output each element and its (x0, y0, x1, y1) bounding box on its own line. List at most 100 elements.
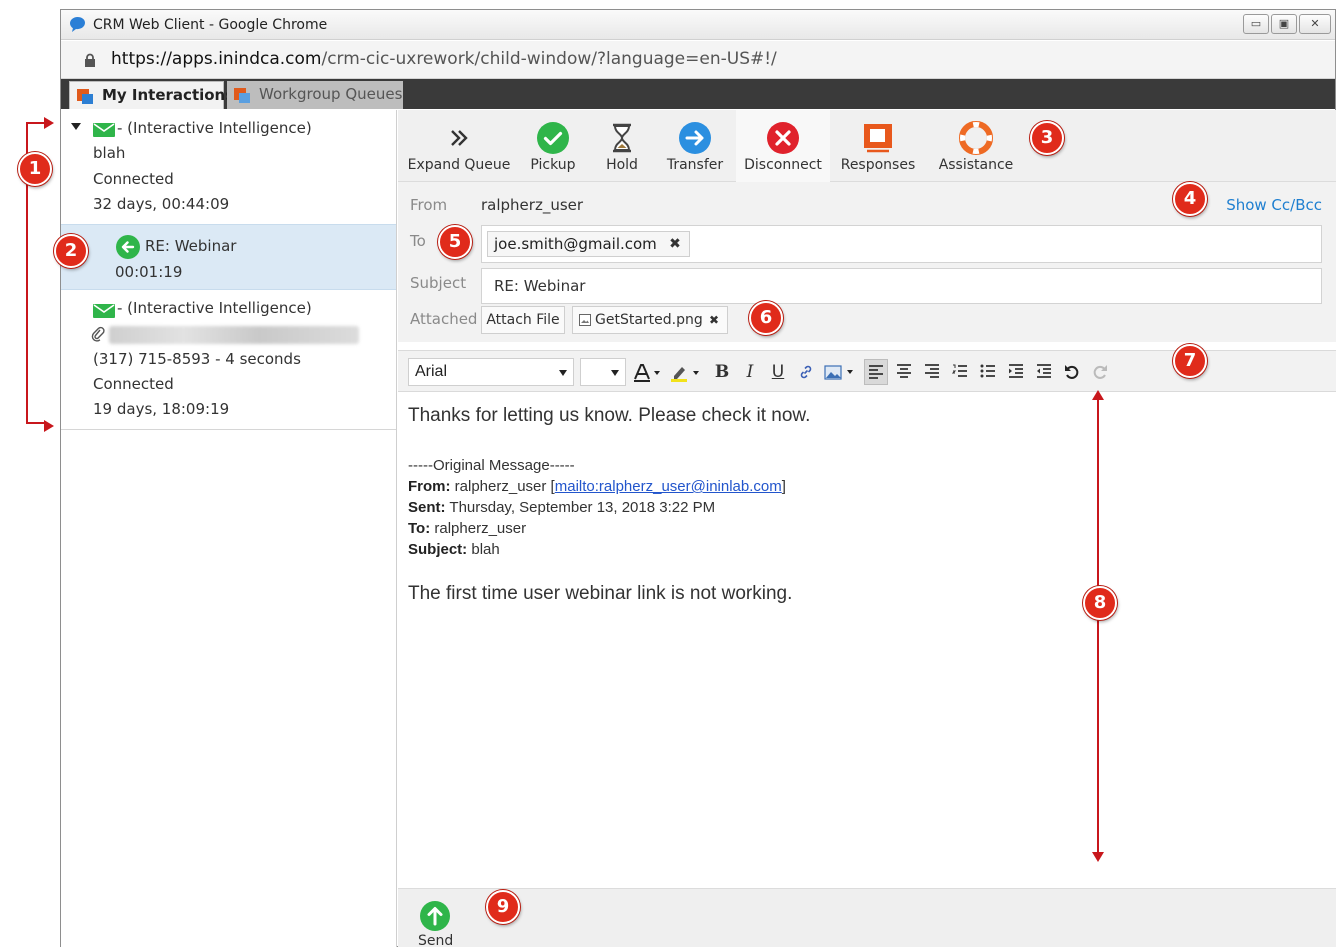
align-left-icon (869, 365, 883, 379)
send-button[interactable]: Send (418, 933, 453, 947)
close-icon (767, 122, 799, 154)
bullet-list-button[interactable] (976, 359, 1000, 385)
arrow-right-icon (679, 122, 711, 154)
reply-arrow-icon (116, 235, 140, 259)
expand-caret-icon[interactable] (71, 123, 81, 130)
lifebuoy-icon (959, 121, 993, 155)
close-window-button[interactable]: ✕ (1299, 14, 1331, 34)
subject-field[interactable]: RE: Webinar (481, 268, 1322, 304)
chevron-down-icon (611, 370, 619, 376)
callout-badge: 3 (1030, 121, 1064, 155)
from-label: From (410, 196, 448, 214)
interaction-duration: 19 days, 18:09:19 (93, 400, 230, 418)
insert-image-button[interactable] (822, 359, 858, 385)
interaction-duration: 00:01:19 (115, 263, 183, 281)
mailto-link[interactable]: mailto:ralpherz_user@ininlab.com (555, 478, 782, 495)
remove-recipient-icon[interactable]: ✖ (669, 232, 681, 256)
expand-queue-button[interactable]: Expand Queue (402, 110, 516, 182)
link-icon (800, 365, 812, 379)
disconnect-button[interactable]: Disconnect (736, 110, 830, 182)
body-text-line: The first time user webinar link is not … (408, 583, 793, 604)
tab-my-interactions[interactable]: My Interactions (69, 81, 234, 109)
chat-bubble-icon (70, 17, 85, 32)
align-left-button[interactable] (864, 359, 888, 385)
numbered-list-icon (952, 364, 967, 377)
pickup-button[interactable]: Pickup (520, 110, 586, 182)
double-chevron-right-icon (451, 130, 468, 146)
message-body-editor[interactable]: Thanks for letting us know. Please check… (398, 393, 1336, 888)
outdent-button[interactable] (1032, 359, 1056, 385)
attach-file-button[interactable]: Attach File (481, 306, 565, 334)
interaction-title: - (Interactive Intelligence) (117, 299, 312, 317)
callout-badge: 2 (54, 234, 88, 268)
assistance-button[interactable]: Assistance (926, 110, 1026, 182)
send-arrow-icon[interactable] (420, 901, 450, 931)
recipient-chip: joe.smith@gmail.com ✖ (487, 231, 690, 257)
body-height-indicator (1097, 396, 1099, 858)
font-size-select[interactable] (580, 358, 626, 386)
italic-icon[interactable]: I (738, 359, 762, 385)
callout-arrowhead (1092, 390, 1104, 400)
paperclip-icon (91, 326, 105, 342)
attached-label: Attached (410, 310, 478, 328)
original-message-header: -----Original Message----- (408, 457, 575, 474)
url-text[interactable]: https://apps.inindca.com/crm-cic-uxrewor… (111, 49, 777, 69)
numbered-list-button[interactable] (948, 359, 972, 385)
interaction-title: - (Interactive Intelligence) (117, 119, 312, 137)
interaction-item[interactable]: - (Interactive Intelligence) blah Connec… (61, 110, 396, 224)
lock-icon (85, 53, 95, 67)
interaction-item-selected[interactable]: RE: Webinar 00:01:19 (61, 224, 396, 290)
address-bar[interactable]: https://apps.inindca.com/crm-cic-uxrewor… (61, 41, 1335, 79)
responses-button[interactable]: Responses (834, 110, 922, 182)
callout-arrowhead (44, 420, 54, 432)
align-center-icon (897, 364, 911, 378)
callout-badge: 9 (486, 890, 520, 924)
responses-icon (864, 124, 892, 153)
callout-badge: 1 (18, 152, 52, 186)
queues-icon (234, 88, 250, 103)
hold-button[interactable]: Hold (590, 110, 654, 182)
bold-icon[interactable]: B (710, 359, 734, 385)
highlighter-icon (671, 367, 699, 382)
undo-button[interactable] (1060, 359, 1084, 385)
email-icon (93, 123, 115, 137)
attachment-chip: GetStarted.png ✖ (572, 306, 728, 334)
image-icon (824, 365, 853, 380)
redo-button[interactable] (1088, 359, 1112, 385)
font-color-button[interactable] (631, 359, 665, 385)
subject-value: RE: Webinar (494, 277, 586, 295)
check-icon (537, 122, 569, 154)
interaction-list: - (Interactive Intelligence) blah Connec… (61, 110, 397, 947)
email-icon (93, 304, 115, 318)
show-cc-bcc-link[interactable]: Show Cc/Bcc (1226, 196, 1322, 214)
redo-icon (1093, 365, 1107, 379)
transfer-button[interactable]: Transfer (658, 110, 732, 182)
subject-label: Subject (410, 274, 467, 292)
callout-arrowhead (44, 117, 54, 129)
callout-badge: 5 (438, 225, 472, 259)
indent-button[interactable] (1004, 359, 1028, 385)
highlight-button[interactable] (668, 359, 704, 385)
align-center-button[interactable] (892, 359, 916, 385)
link-button[interactable] (794, 359, 818, 385)
align-right-button[interactable] (920, 359, 944, 385)
to-field[interactable]: joe.smith@gmail.com ✖ (481, 225, 1322, 263)
remove-attachment-icon[interactable]: ✖ (709, 307, 719, 333)
image-file-icon (579, 314, 591, 326)
underline-icon[interactable]: U (766, 359, 790, 385)
callout-badge: 6 (749, 301, 783, 335)
interaction-status: Connected (93, 375, 174, 393)
chevron-down-icon (559, 370, 567, 376)
undo-icon (1065, 365, 1079, 379)
interaction-duration: 32 days, 00:44:09 (93, 195, 230, 213)
interaction-phone: (317) 715-8593 - 4 seconds (93, 350, 301, 368)
interactions-icon (77, 89, 93, 104)
interaction-item[interactable]: - (Interactive Intelligence) (317) 715-8… (61, 290, 396, 430)
composer-footer: Send (398, 888, 1336, 947)
maximize-button[interactable]: ▣ (1271, 14, 1297, 34)
font-family-select[interactable]: Arial (408, 358, 574, 386)
from-value: ralpherz_user (481, 196, 584, 214)
interaction-subject: blah (93, 144, 126, 162)
tab-workgroup-queues[interactable]: Workgroup Queues (227, 81, 403, 109)
minimize-button[interactable]: ▭ (1243, 14, 1269, 34)
